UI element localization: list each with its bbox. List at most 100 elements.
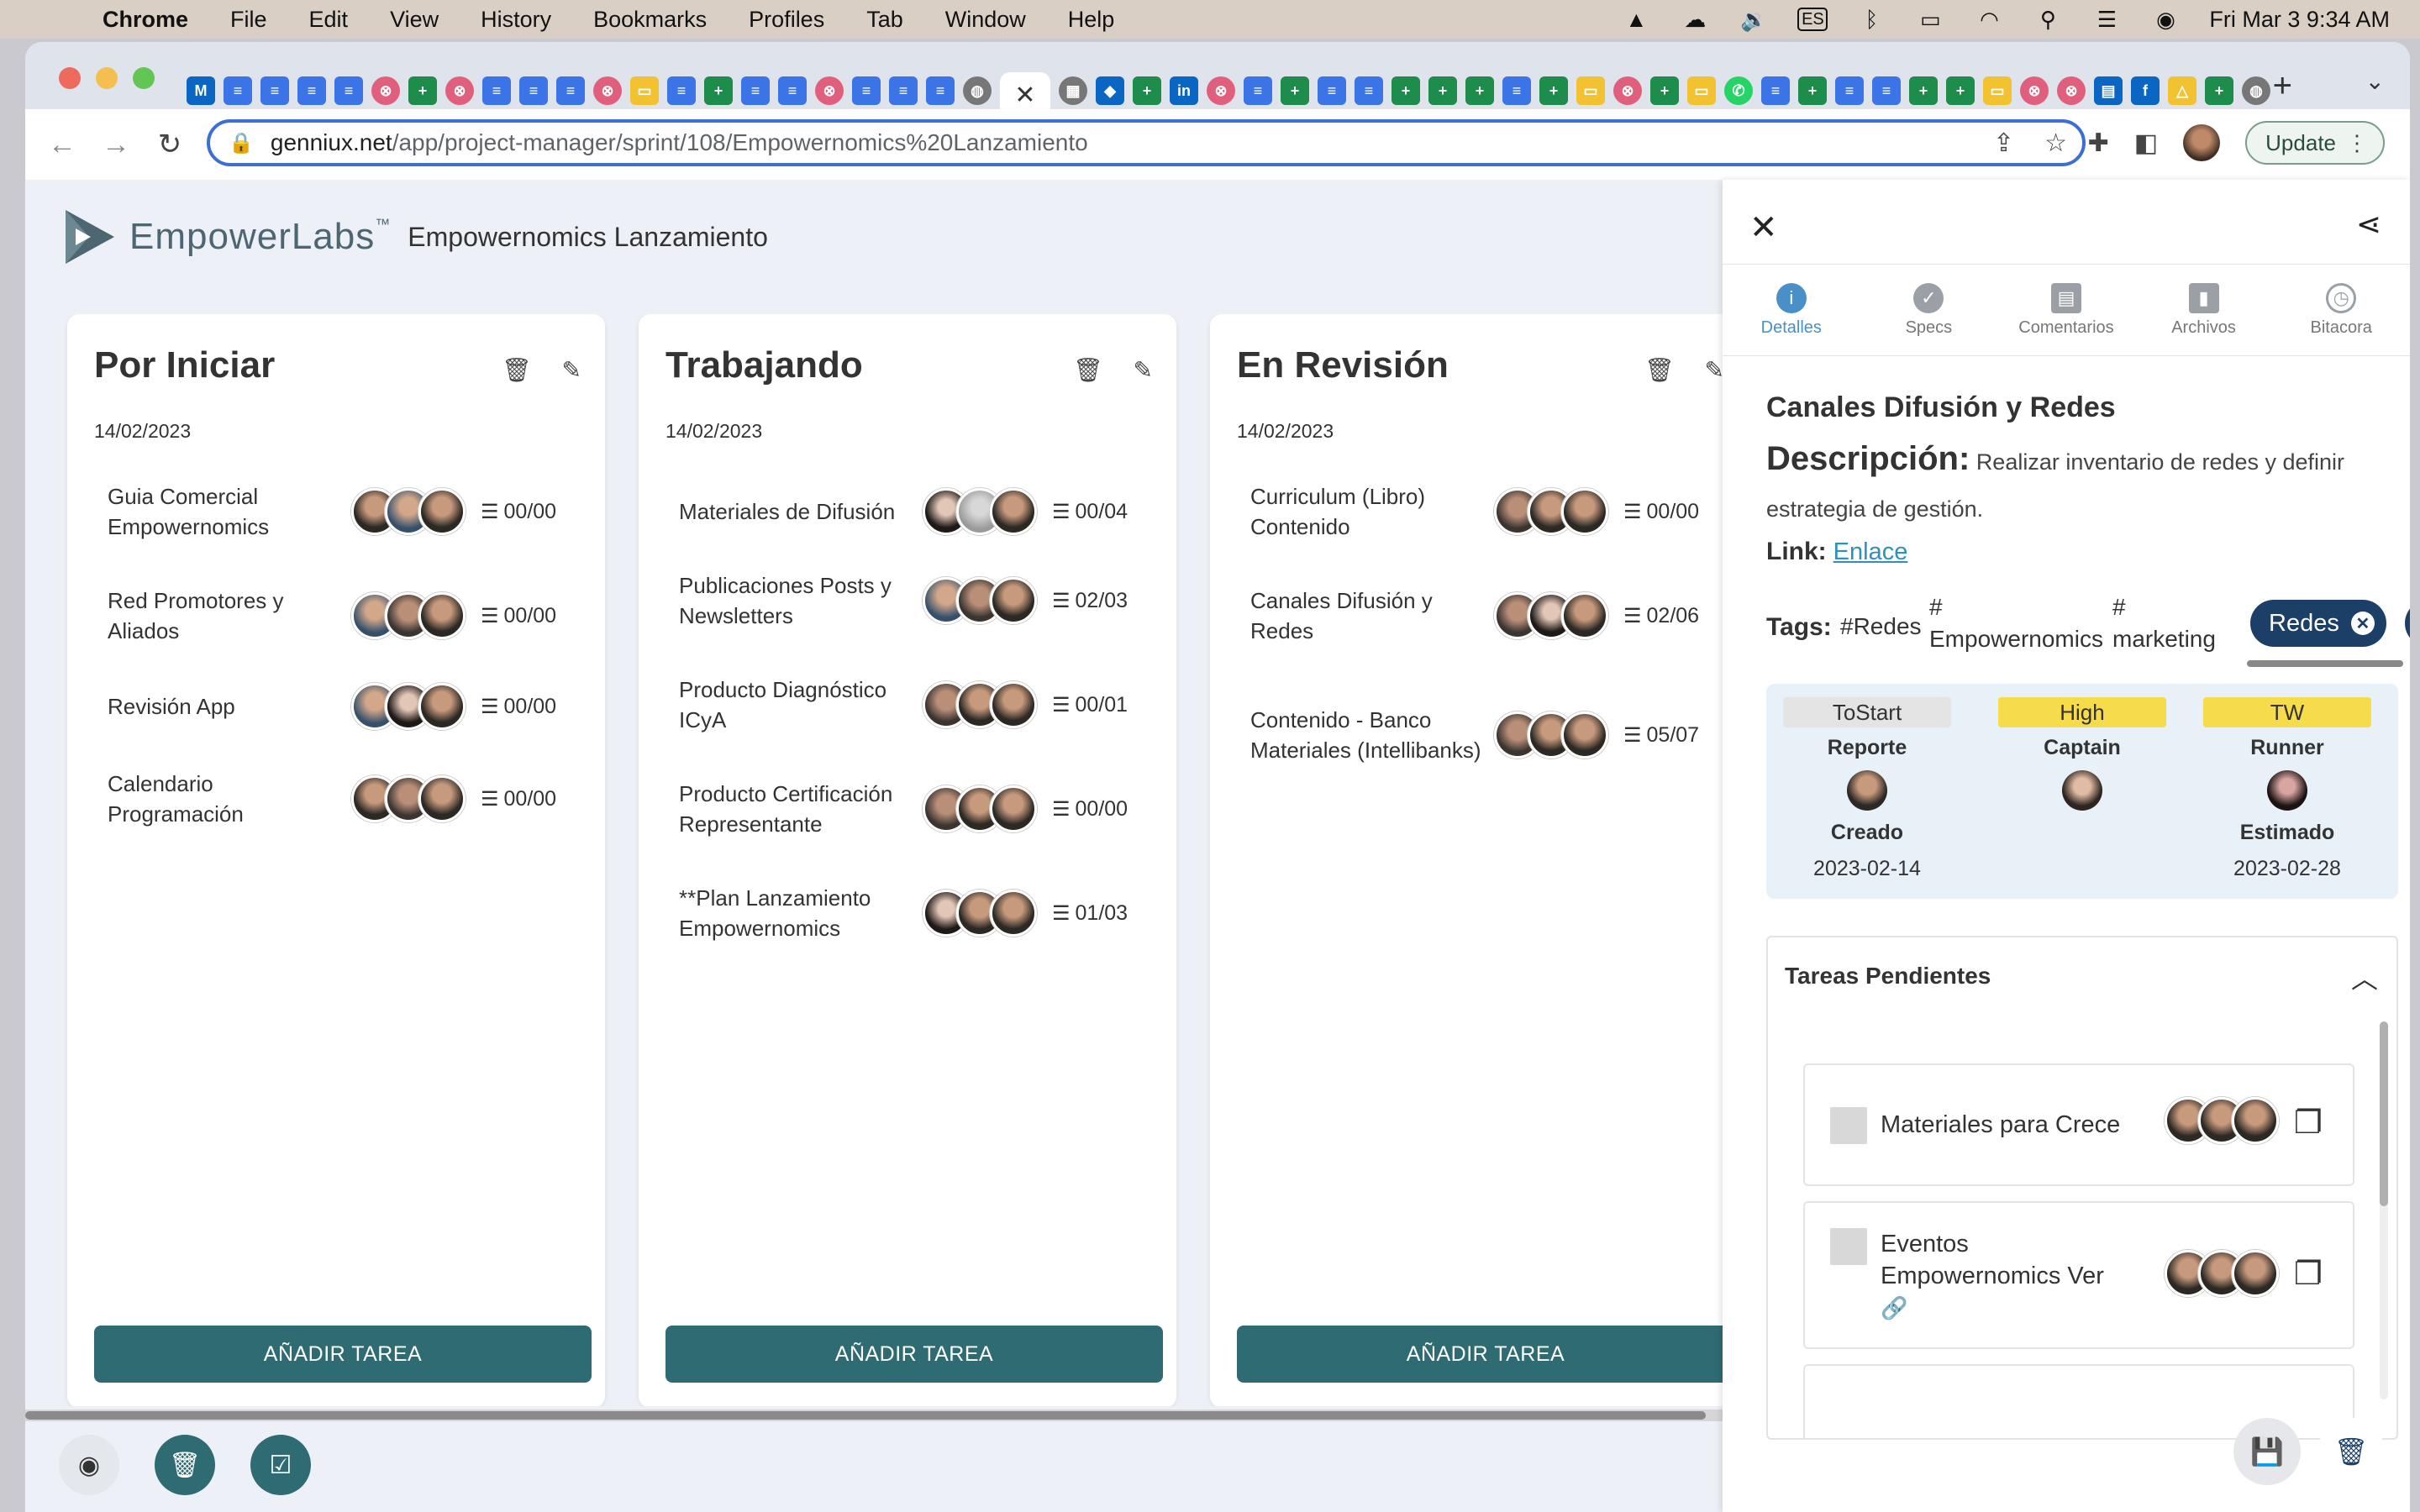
wifi-icon[interactable]: ◠ [1974, 7, 2004, 32]
address-bar[interactable]: 🔒 genniux.net/app/project-manager/sprint… [207, 119, 2086, 166]
warning-icon[interactable]: ▲ [1621, 7, 1651, 32]
tab-favicon-app[interactable]: ⊗ [2057, 76, 2086, 105]
selected-tag-chip[interactable]: Redes ✕ [2250, 600, 2386, 647]
tab-favicon-sheet[interactable]: + [1392, 76, 1420, 105]
back-arrow-icon[interactable]: ← [35, 129, 89, 161]
menu-bookmarks[interactable]: Bookmarks [593, 7, 707, 33]
tab-favicon-drive[interactable]: △ [2168, 76, 2196, 105]
task-card[interactable]: Contenido - Banco Materiales (Intelliban… [1250, 697, 1723, 773]
board-horizontal-scrollbar[interactable] [25, 1410, 1723, 1421]
tab-favicon-mh[interactable]: M [187, 76, 215, 105]
menu-history[interactable]: History [481, 7, 551, 33]
tab-favicon-doc[interactable]: ≡ [1835, 76, 1864, 105]
tab-comentarios[interactable]: ▤ Comentarios [1997, 265, 2135, 355]
avatar[interactable] [2062, 770, 2102, 811]
tab-detalles[interactable]: i Detalles [1723, 265, 1860, 355]
add-task-button[interactable]: AÑADIR TAREA [666, 1326, 1163, 1383]
tab-favicon-empowerlabs[interactable]: ◆ [1096, 76, 1124, 105]
chevron-up-icon[interactable]: ︿ [2351, 958, 2378, 996]
edit-icon[interactable]: ✎ [1134, 356, 1153, 384]
siri-icon[interactable]: ◉ [2150, 7, 2181, 32]
avatar[interactable] [2267, 770, 2307, 811]
extensions-puzzle-icon[interactable]: ✚ [2088, 129, 2109, 158]
copy-icon[interactable]: ❐ [2294, 1255, 2323, 1293]
save-icon[interactable]: 💾 [2233, 1418, 2301, 1485]
tab-favicon-sheet[interactable]: + [1281, 76, 1309, 105]
minimize-window-button[interactable] [96, 67, 118, 89]
pending-task-item[interactable]: Eventos Empowernomics Ver 🔗 ❐ [1803, 1201, 2354, 1349]
task-card[interactable]: Red Promotores y Aliados ☰ 00/00 [108, 578, 587, 654]
update-button[interactable]: Update ⋮ [2245, 121, 2385, 165]
tab-favicon-sheet[interactable]: + [1465, 76, 1494, 105]
tab-favicon-doc[interactable]: ≡ [1318, 76, 1346, 105]
search-icon[interactable]: ⚲ [2033, 7, 2063, 32]
menu-view[interactable]: View [390, 7, 439, 33]
tab-favicon-doc[interactable]: ≡ [1761, 76, 1790, 105]
tab-archivos[interactable]: ▮ Archivos [2135, 265, 2273, 355]
copy-icon[interactable]: ❐ [2294, 1104, 2323, 1142]
tab-favicon-doc[interactable]: ≡ [852, 76, 881, 105]
tab-favicon-facebook[interactable]: f [2131, 76, 2160, 105]
tab-favicon-doc[interactable]: ≡ [260, 76, 289, 105]
tab-search-chevron-icon[interactable]: ⌄ [2365, 67, 2385, 95]
menu-profiles[interactable]: Profiles [749, 7, 824, 33]
link-icon[interactable]: 🔗 [1881, 1295, 1907, 1321]
volume-icon[interactable]: 🔉 [1739, 7, 1769, 32]
tab-favicon-whatsapp[interactable]: ✆ [1724, 76, 1753, 105]
scrollbar-thumb[interactable] [2380, 1021, 2388, 1206]
tab-favicon-sheet[interactable]: + [1428, 76, 1457, 105]
tag[interactable]: #Redes [1840, 613, 1922, 640]
trash-icon[interactable]: 🗑 [155, 1435, 215, 1495]
edit-icon[interactable]: ✎ [562, 356, 581, 384]
task-card[interactable]: Calendario Programación ☰ 00/00 [108, 761, 587, 837]
bookmark-star-icon[interactable]: ☆ [2044, 129, 2067, 158]
eye-icon[interactable]: ◉ [59, 1435, 119, 1495]
tab-favicon-doc[interactable]: ≡ [1355, 76, 1383, 105]
task-card[interactable]: Materiales de Difusión ☰ 00/04 [679, 474, 1158, 549]
input-source-indicator[interactable]: ES [1797, 8, 1828, 31]
new-tab-icon[interactable]: + [2273, 67, 2292, 105]
tab-favicon-doc[interactable]: ≡ [667, 76, 696, 105]
avatar[interactable] [1847, 770, 1887, 811]
side-panel-icon[interactable]: ◧ [2134, 129, 2158, 158]
tab-favicon-sheet[interactable]: + [1133, 76, 1161, 105]
tab-favicon-app[interactable]: ⊗ [1613, 76, 1642, 105]
tag[interactable]: # Empowernomics [1929, 591, 2114, 655]
menubar-clock[interactable]: Fri Mar 3 9:34 AM [2209, 7, 2390, 33]
tab-favicon-doc[interactable]: ≡ [1244, 76, 1272, 105]
tab-favicon-sheet[interactable]: + [1539, 76, 1568, 105]
tab-favicon-globe[interactable]: ◍ [963, 76, 992, 105]
menu-file[interactable]: File [230, 7, 267, 33]
tab-bitacora[interactable]: ◷ Bitacora [2272, 265, 2410, 355]
bluetooth-icon[interactable]: ᛒ [1856, 7, 1886, 32]
menu-window[interactable]: Window [945, 7, 1026, 33]
tab-favicon-slides[interactable]: ▭ [1983, 76, 2012, 105]
tab-favicon-slides[interactable]: ▭ [630, 76, 659, 105]
forward-arrow-icon[interactable]: → [89, 129, 143, 161]
tab-favicon-doc[interactable]: ≡ [889, 76, 918, 105]
tab-favicon-sheet[interactable]: + [1909, 76, 1938, 105]
tab-favicon-app[interactable]: ⊗ [815, 76, 844, 105]
remove-tag-icon[interactable]: ✕ [2350, 612, 2375, 635]
tab-favicon-linkedin[interactable]: in [1170, 76, 1198, 105]
tab-favicon-sheet[interactable]: + [2205, 76, 2233, 105]
priority-badge[interactable]: High [1998, 697, 2166, 727]
tab-favicon-sheet[interactable]: + [1798, 76, 1827, 105]
tab-favicon-slides[interactable]: ▭ [1687, 76, 1716, 105]
menu-app-name[interactable]: Chrome [103, 7, 188, 33]
profile-avatar[interactable] [2183, 124, 2221, 161]
tab-favicon-figma[interactable]: ▦ [1059, 76, 1087, 105]
tab-favicon-app[interactable]: ⊗ [2020, 76, 2049, 105]
share-icon[interactable]: ⋖ [2356, 207, 2381, 242]
tab-favicon-doc[interactable]: ≡ [224, 76, 252, 105]
tab-favicon-app[interactable]: ⊗ [1207, 76, 1235, 105]
share-page-icon[interactable]: ⇪ [1993, 129, 2014, 158]
control-center-icon[interactable]: ☰ [2091, 7, 2122, 32]
trash-icon[interactable]: 🗑 [1073, 356, 1103, 384]
tab-favicon-app[interactable]: ⊗ [593, 76, 622, 105]
tab-favicon-doc[interactable]: ≡ [741, 76, 770, 105]
menu-edit[interactable]: Edit [309, 7, 349, 33]
tab-favicon-globe[interactable]: ◍ [2242, 76, 2270, 105]
close-window-button[interactable] [59, 67, 81, 89]
tags-scrollbar[interactable] [2247, 660, 2403, 667]
